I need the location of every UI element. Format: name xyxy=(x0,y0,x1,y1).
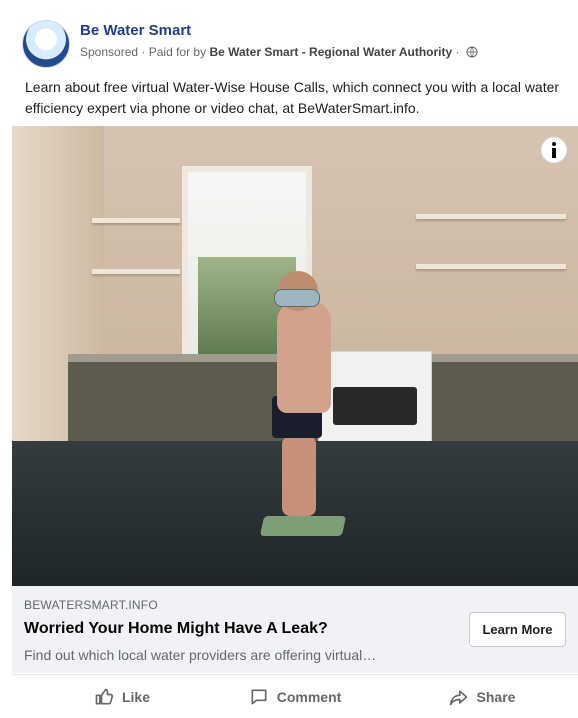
comment-label: Comment xyxy=(276,688,342,705)
learn-more-button[interactable]: Learn More xyxy=(469,612,566,647)
sponsored-post-card: Be Water Smart Sponsored · Paid for by B… xyxy=(0,0,578,717)
share-label: Share xyxy=(476,688,516,705)
share-button[interactable]: Share xyxy=(422,675,542,718)
floating-board xyxy=(259,516,347,536)
comment-icon xyxy=(251,689,267,704)
shelf xyxy=(92,269,180,274)
link-domain: BEWATERSMART.INFO xyxy=(24,598,158,612)
child-legs xyxy=(282,436,316,516)
link-headline[interactable]: Worried Your Home Might Have A Leak? xyxy=(24,620,328,638)
child-body xyxy=(277,301,331,413)
link-description: Find out which local water providers are… xyxy=(24,647,377,663)
globe-icon xyxy=(466,46,478,58)
sponsor-line: Sponsored · Paid for by Be Water Smart -… xyxy=(80,45,478,59)
paid-for-prefix: Paid for by xyxy=(148,45,207,59)
link-preview[interactable]: BEWATERSMART.INFO Worried Your Home Migh… xyxy=(12,586,578,673)
snorkel-mask xyxy=(274,289,320,307)
stove xyxy=(318,351,432,449)
paid-for-name: Be Water Smart - Regional Water Authorit… xyxy=(209,45,453,59)
separator-dot: · xyxy=(141,45,149,59)
like-button[interactable]: Like xyxy=(57,675,187,718)
sponsored-label[interactable]: Sponsored xyxy=(80,45,138,59)
like-label: Like xyxy=(121,688,150,705)
post-actions: Like Comment Share xyxy=(12,674,578,718)
separator-dot: · xyxy=(455,45,463,59)
ad-image-flooded-kitchen[interactable] xyxy=(12,126,578,586)
shelf xyxy=(416,264,566,269)
shelf xyxy=(416,214,566,219)
info-icon[interactable] xyxy=(540,136,568,164)
page-name-link[interactable]: Be Water Smart xyxy=(80,22,191,39)
shelf xyxy=(92,218,180,223)
comment-button[interactable]: Comment xyxy=(225,675,365,718)
share-icon xyxy=(449,689,467,705)
post-header: Be Water Smart Sponsored · Paid for by B… xyxy=(12,14,566,68)
page-avatar[interactable] xyxy=(22,20,70,68)
post-text: Learn about free virtual Water-Wise Hous… xyxy=(25,79,560,116)
thumbs-up-icon xyxy=(95,688,114,704)
